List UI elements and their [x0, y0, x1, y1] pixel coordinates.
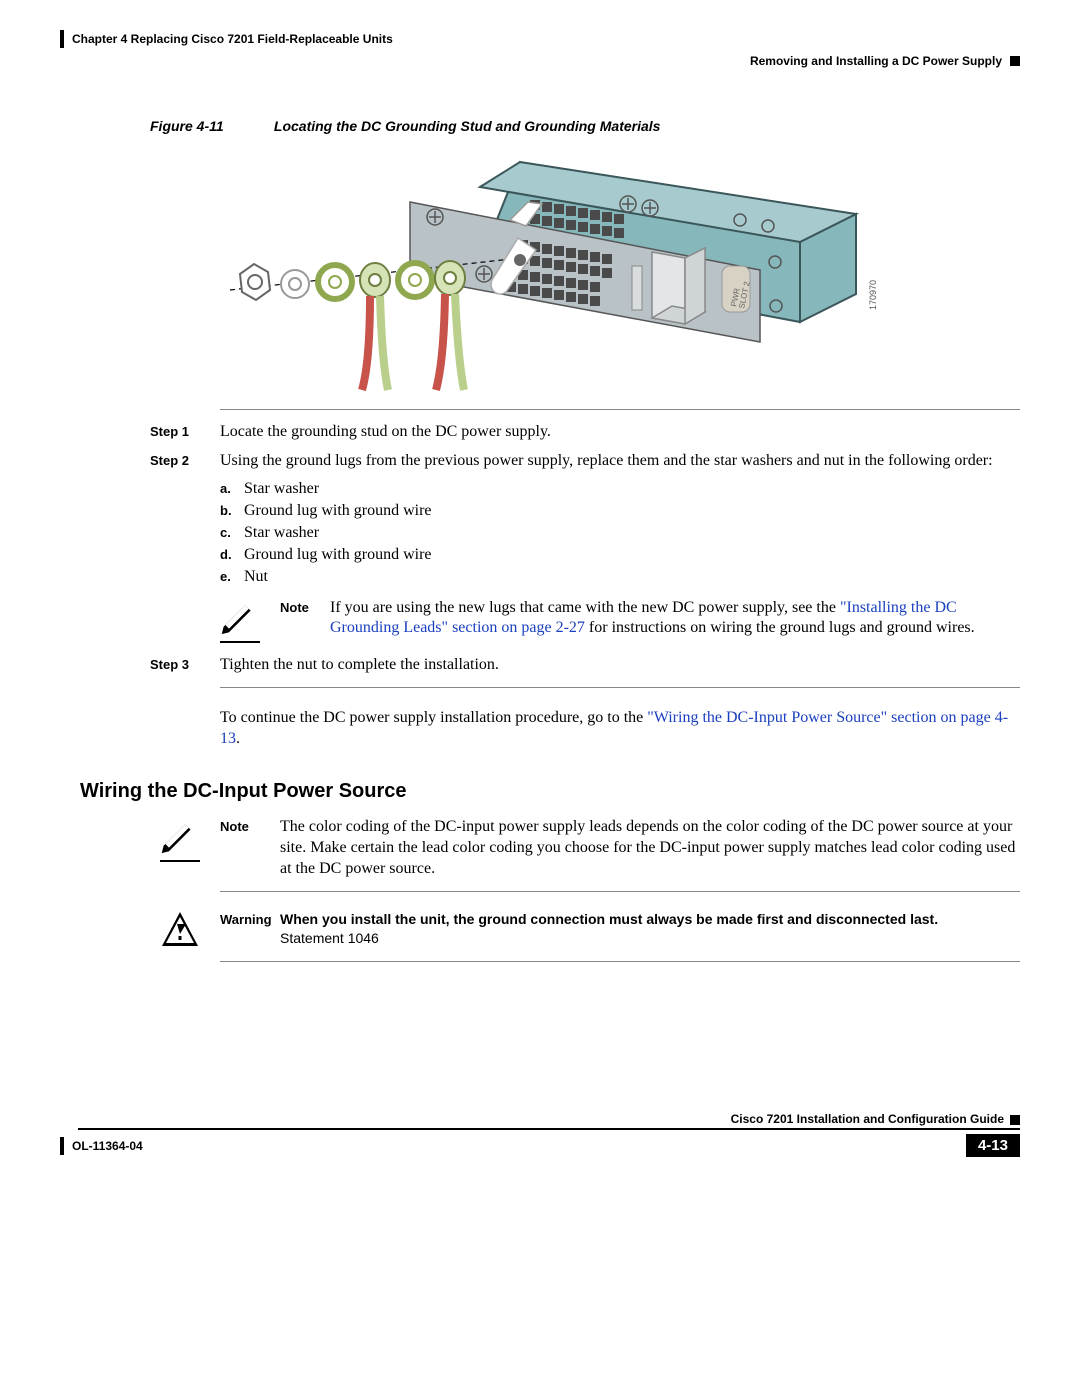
warning-text: When you install the unit, the ground co… — [280, 911, 938, 927]
figure-caption: Figure 4-11 Locating the DC Grounding St… — [150, 118, 1020, 134]
note-inline: Note If you are using the new lugs that … — [220, 598, 1020, 643]
divider — [220, 891, 1020, 892]
footer-doc: OL-11364-04 — [72, 1139, 143, 1153]
divider — [220, 961, 1020, 962]
footer-rule — [60, 1137, 64, 1155]
step-2-label: Step 2 — [150, 451, 220, 472]
warning-triangle-icon — [160, 910, 200, 950]
header-section: Removing and Installing a DC Power Suppl… — [750, 54, 1002, 68]
step-1-row: Step 1 Locate the grounding stud on the … — [150, 422, 1020, 443]
drawing-id: 170970 — [868, 280, 878, 310]
note-inline-label: Note — [280, 598, 330, 615]
step-1-text: Locate the grounding stud on the DC powe… — [220, 422, 1020, 443]
header-rule — [60, 30, 64, 48]
step-2-row: Step 2 Using the ground lugs from the pr… — [150, 451, 1020, 472]
footer-title: Cisco 7201 Installation and Configuratio… — [731, 1112, 1004, 1126]
step-2-sub-a: a.Star washer — [220, 480, 1020, 498]
step-3-label: Step 3 — [150, 655, 220, 676]
note2-text: The color coding of the DC-input power s… — [280, 817, 1020, 879]
figure-label: Figure 4-11 — [150, 118, 270, 134]
pencil-note-icon — [160, 817, 196, 853]
dc-power-supply-illustration: PWR SLOT 2 — [220, 142, 900, 397]
step-2-sub-e: e.Nut — [220, 568, 1020, 586]
header-square-icon — [1010, 56, 1020, 66]
step-2-text: Using the ground lugs from the previous … — [220, 451, 1020, 472]
warning-block: Warning When you install the unit, the g… — [160, 910, 1020, 955]
note2-label: Note — [220, 817, 280, 834]
footer-square-icon — [1010, 1115, 1020, 1125]
header-chapter: Chapter 4 Replacing Cisco 7201 Field-Rep… — [72, 32, 393, 46]
step-2-sub-b: b.Ground lug with ground wire — [220, 502, 1020, 520]
divider — [220, 409, 1020, 410]
warning-label: Warning — [220, 910, 280, 927]
step-2-sub-c: c.Star washer — [220, 524, 1020, 542]
divider — [220, 687, 1020, 688]
note-inline-text: If you are using the new lugs that came … — [330, 598, 1020, 640]
step-3-text: Tighten the nut to complete the installa… — [220, 655, 1020, 676]
pencil-note-icon — [220, 598, 256, 634]
figure-caption-text: Locating the DC Grounding Stud and Groun… — [274, 118, 661, 134]
header-chapter-row: Chapter 4 Replacing Cisco 7201 Field-Rep… — [60, 30, 1020, 48]
step-2-sub-d: d.Ground lug with ground wire — [220, 546, 1020, 564]
figure-illustration: PWR SLOT 2 — [220, 142, 900, 397]
section-heading: Wiring the DC-Input Power Source — [80, 780, 1020, 803]
step-1-label: Step 1 — [150, 422, 220, 443]
step-3-row: Step 3 Tighten the nut to complete the i… — [150, 655, 1020, 676]
note-color-coding: Note The color coding of the DC-input po… — [160, 817, 1020, 879]
continue-paragraph: To continue the DC power supply installa… — [220, 708, 1020, 750]
warning-statement: Statement 1046 — [280, 930, 379, 946]
page-number: 4-13 — [966, 1134, 1020, 1157]
page-footer: Cisco 7201 Installation and Configuratio… — [60, 1112, 1020, 1157]
